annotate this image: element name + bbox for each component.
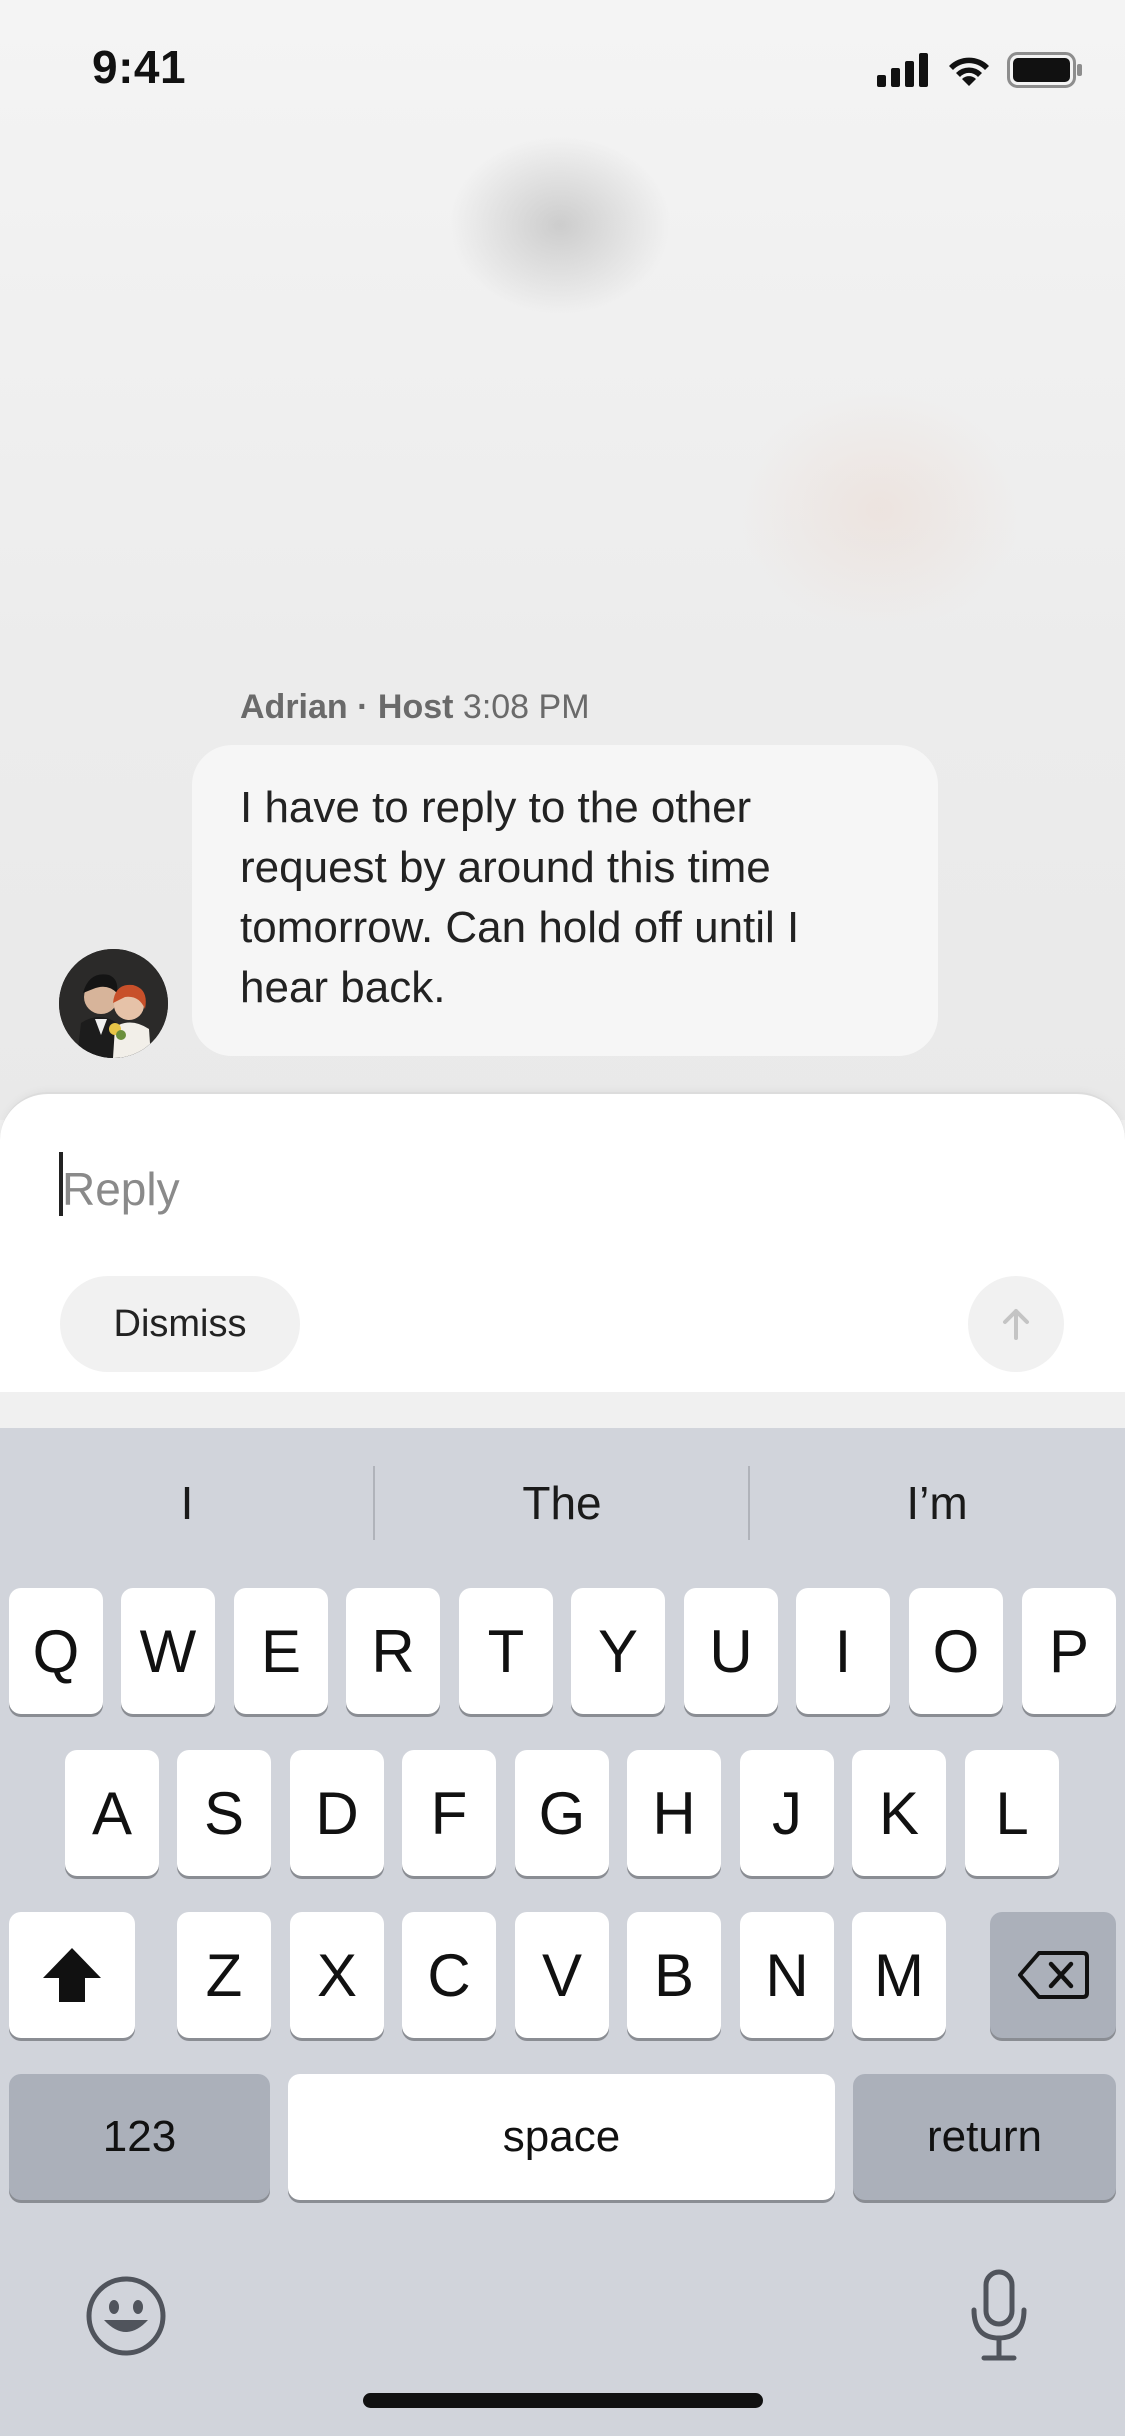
wifi-icon (949, 57, 989, 86)
microphone-icon (971, 2269, 1027, 2361)
dictation-button[interactable] (964, 2268, 1034, 2364)
suggestion-3[interactable]: I’m (750, 1428, 1124, 1578)
meta-separator: · (347, 688, 378, 726)
status-bar: 9:41 (0, 0, 1125, 140)
status-time: 9:41 (92, 41, 187, 93)
avatar-photo-icon (59, 949, 168, 1058)
key-c[interactable]: C (402, 1912, 496, 2038)
space-key[interactable]: space (288, 2074, 835, 2200)
return-key[interactable]: return (853, 2074, 1116, 2200)
message-meta: Adrian · Host 3:08 PM (240, 688, 590, 727)
key-h[interactable]: H (627, 1750, 721, 1876)
emoji-button[interactable] (84, 2274, 168, 2358)
status-icons (877, 50, 1083, 90)
arrow-up-icon (1003, 1309, 1029, 1340)
key-k[interactable]: K (852, 1750, 946, 1876)
numbers-key[interactable]: 123 (9, 2074, 270, 2200)
key-p[interactable]: P (1022, 1588, 1116, 1714)
composer-bottom-strip (0, 1392, 1125, 1428)
key-u[interactable]: U (684, 1588, 778, 1714)
home-indicator (363, 2393, 763, 2408)
key-r[interactable]: R (346, 1588, 440, 1714)
reply-composer: Dismiss (0, 1092, 1125, 1394)
text-caret (59, 1152, 63, 1216)
battery-icon (1007, 52, 1082, 88)
key-e[interactable]: E (234, 1588, 328, 1714)
sender-name: Adrian (240, 688, 348, 726)
send-button[interactable] (968, 1276, 1064, 1372)
key-o[interactable]: O (909, 1588, 1003, 1714)
key-g[interactable]: G (515, 1750, 609, 1876)
key-f[interactable]: F (402, 1750, 496, 1876)
key-n[interactable]: N (740, 1912, 834, 2038)
shift-icon (43, 1948, 101, 2002)
key-j[interactable]: J (740, 1750, 834, 1876)
delete-key[interactable] (990, 1912, 1116, 2038)
sender-role: Host (377, 688, 454, 726)
keyboard: I The I’m Q W E R T Y U I O P A S D F G … (0, 1428, 1125, 2436)
message-time: 3:08 PM (462, 688, 590, 726)
message-bubble: I have to reply to the other request by … (192, 745, 938, 1056)
shift-key[interactable] (9, 1912, 135, 2038)
key-y[interactable]: Y (571, 1588, 665, 1714)
key-d[interactable]: D (290, 1750, 384, 1876)
key-l[interactable]: L (965, 1750, 1059, 1876)
key-a[interactable]: A (65, 1750, 159, 1876)
key-w[interactable]: W (121, 1588, 215, 1714)
cellular-signal-icon (877, 53, 928, 87)
dismiss-button[interactable]: Dismiss (60, 1276, 300, 1372)
key-s[interactable]: S (177, 1750, 271, 1876)
key-i[interactable]: I (796, 1588, 890, 1714)
key-t[interactable]: T (459, 1588, 553, 1714)
emoji-icon (86, 2276, 166, 2356)
key-m[interactable]: M (852, 1912, 946, 2038)
key-q[interactable]: Q (9, 1588, 103, 1714)
suggestion-bar: I The I’m (0, 1428, 1125, 1578)
suggestion-1[interactable]: I (0, 1428, 374, 1578)
reply-input[interactable] (58, 1154, 962, 1224)
avatar[interactable] (59, 949, 168, 1058)
key-x[interactable]: X (290, 1912, 384, 2038)
key-z[interactable]: Z (177, 1912, 271, 2038)
key-v[interactable]: V (515, 1912, 609, 2038)
suggestion-2[interactable]: The (375, 1428, 749, 1578)
key-b[interactable]: B (627, 1912, 721, 2038)
message-text: I have to reply to the other request by … (240, 783, 800, 1012)
backspace-icon (1018, 1951, 1089, 1999)
